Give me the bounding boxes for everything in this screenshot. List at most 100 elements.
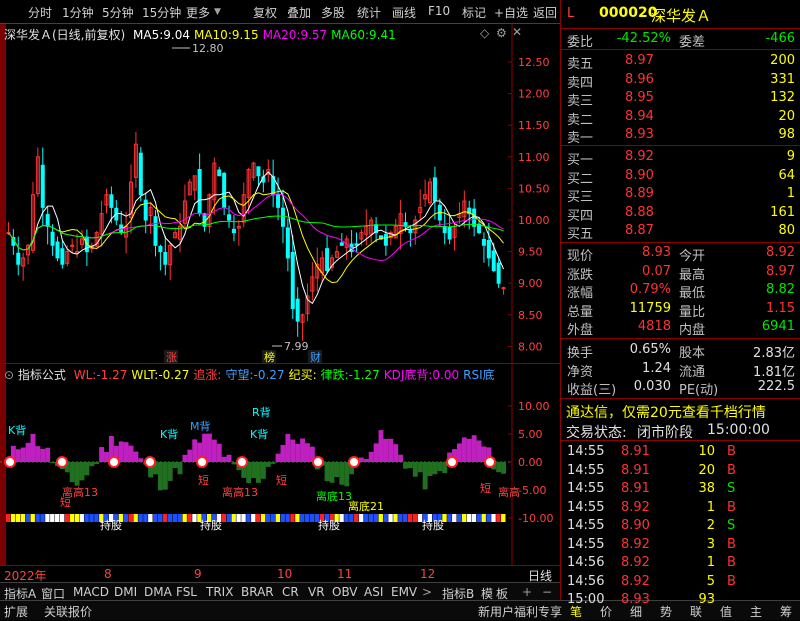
- stat-row: 收益(三) 0.030 PE(动) 222.5: [567, 379, 795, 398]
- tab-emv[interactable]: EMV: [391, 585, 417, 599]
- candle-body: [40, 164, 45, 208]
- signal-band-cell: [35, 514, 40, 522]
- tick-row: 14:55 8.90 2 S: [567, 518, 736, 533]
- area-bar-positive: [187, 449, 193, 462]
- fuquan-button[interactable]: 复权: [253, 4, 277, 21]
- indicator-plot: 10.005.000.00-5.00-10.00K背 K背M背R背K背短短 短短离高…: [0, 364, 553, 566]
- tab-trix[interactable]: TRIX: [206, 585, 233, 599]
- signal-annotation: 离底21: [348, 499, 384, 513]
- divider: [561, 49, 800, 50]
- tab-vr[interactable]: VR: [308, 585, 325, 599]
- tab-asi[interactable]: ASI: [364, 585, 383, 599]
- tab-dma[interactable]: DMA: [144, 585, 172, 599]
- area-bar-positive: [128, 445, 134, 462]
- overlay-button[interactable]: 叠加: [287, 4, 311, 21]
- signal-band-cell: [393, 514, 398, 522]
- area-bar-positive: [393, 444, 399, 462]
- candle-body: [501, 287, 506, 290]
- minus-icon[interactable]: −: [542, 585, 552, 599]
- sell-order-row: 卖四 8.96 331: [567, 71, 795, 91]
- signal-annotation: K背: [160, 427, 178, 441]
- signal-annotation: 短: [198, 473, 209, 487]
- candle-body: [222, 172, 227, 208]
- draw-line-button[interactable]: 画线: [392, 4, 416, 21]
- area-bar-negative: [79, 462, 85, 481]
- plus-icon[interactable]: +: [522, 585, 532, 599]
- stat-row: 总量 11759 量比 1.15: [567, 300, 795, 320]
- kline-chart[interactable]: 深华发Ａ(日线,前复权) MA5:9.04 MA10:9.15 MA20:9.57 M…: [0, 24, 560, 364]
- signal-band-cell: [476, 514, 481, 522]
- signal-annotation: M背: [190, 419, 211, 433]
- signal-band-cell: [403, 514, 408, 522]
- signal-annotation: R背: [252, 405, 271, 419]
- y-tick-label: -5.00: [518, 484, 546, 497]
- area-bar-positive: [20, 447, 26, 462]
- tab-fsl[interactable]: FSL: [176, 585, 197, 599]
- tab-obv[interactable]: OBV: [332, 585, 358, 599]
- signal-band-cell: [94, 514, 99, 522]
- trade-status-time: 15:00:00: [707, 422, 770, 438]
- sell-order-row: 卖一 8.93 98: [567, 127, 795, 146]
- signal-band-cell: [10, 514, 16, 522]
- trade-status-row: 交易状态: 闭市阶段 15:00:00: [561, 421, 800, 441]
- mark-button[interactable]: 标记: [462, 4, 486, 21]
- area-bar-positive: [373, 443, 379, 462]
- area-bar-negative: [74, 462, 80, 486]
- indicator-chart[interactable]: ⊙ 指标公式 WL:-1.27 WLT:-0.27 追涨: 守望:-0.27 纪买: 律跌…: [0, 364, 560, 566]
- multi-stock-button[interactable]: 多股: [321, 4, 345, 21]
- statistics-button[interactable]: 统计: [357, 4, 381, 21]
- area-bar-positive: [305, 443, 310, 462]
- signal-band-cell: [123, 514, 129, 522]
- stat-row: 涨跌 0.07 最高 8.97: [567, 263, 795, 283]
- tab-15min[interactable]: 15分钟: [142, 4, 181, 21]
- candle-body: [60, 248, 65, 265]
- tab-more[interactable]: 更多: [186, 4, 210, 21]
- divider: [561, 338, 800, 339]
- area-bar-negative: [167, 462, 173, 481]
- weicha-value: -466: [765, 31, 795, 46]
- tab-dmi[interactable]: DMI: [114, 585, 137, 599]
- tab-brar[interactable]: BRAR: [241, 585, 274, 599]
- signal-band-cell: [260, 514, 266, 522]
- sell-order-row: 卖三 8.95 132: [567, 90, 795, 109]
- add-favorite-button[interactable]: +自选: [494, 4, 528, 21]
- signal-circle-marker: [348, 456, 360, 468]
- area-bar-negative: [265, 462, 271, 467]
- promo-link[interactable]: 新用户福利专享: [478, 603, 562, 620]
- area-bar-positive: [378, 430, 384, 462]
- tab-fenshi[interactable]: 分时: [28, 4, 52, 21]
- related-quote-button[interactable]: 关联报价: [44, 603, 92, 620]
- signal-band-cell: [148, 514, 153, 522]
- candle-body: [290, 251, 295, 309]
- y-tick-label: 11.00: [518, 151, 550, 164]
- period-toolbar: 分时 1分钟 5分钟 15分钟 更多 ▼ 复权 叠加 多股 统计 画线 F10 …: [0, 0, 560, 24]
- signal-band-cell: [486, 514, 491, 522]
- divider: [561, 242, 800, 243]
- signal-circle-marker: [236, 456, 248, 468]
- expand-button[interactable]: 扩展: [4, 603, 28, 620]
- tab-cr[interactable]: CR: [282, 585, 299, 599]
- y-tick-label: 11.50: [518, 119, 550, 132]
- notice-text[interactable]: 通达信，仅需20元查看千档行情: [566, 402, 766, 422]
- date-month-9: 9: [194, 567, 202, 581]
- area-bar-positive: [40, 448, 46, 462]
- back-button[interactable]: 返回: [533, 4, 557, 21]
- candle-body: [491, 250, 496, 272]
- signal-annotation: 离高: [498, 485, 520, 499]
- tab-5min[interactable]: 5分钟: [102, 4, 134, 21]
- weicha-label: 委差: [679, 35, 706, 50]
- candle-body: [339, 242, 344, 246]
- tab-macd[interactable]: MACD: [73, 585, 109, 599]
- chevron-right-icon[interactable]: >: [422, 585, 432, 599]
- chevron-down-icon[interactable]: ▼: [214, 7, 221, 17]
- signal-circle-marker: [484, 456, 496, 468]
- candle-body: [45, 214, 50, 227]
- date-month-8: 8: [104, 567, 112, 581]
- tab-1min[interactable]: 1分钟: [62, 4, 94, 21]
- signal-band-cell: [226, 514, 231, 522]
- candle-body: [432, 177, 437, 202]
- tick-row: 14:55 8.92 1 B: [567, 499, 736, 515]
- f10-button[interactable]: F10: [428, 4, 450, 18]
- signal-band-cell: [349, 514, 354, 522]
- notice-banner[interactable]: 通达信，仅需20元查看千档行情: [561, 401, 800, 421]
